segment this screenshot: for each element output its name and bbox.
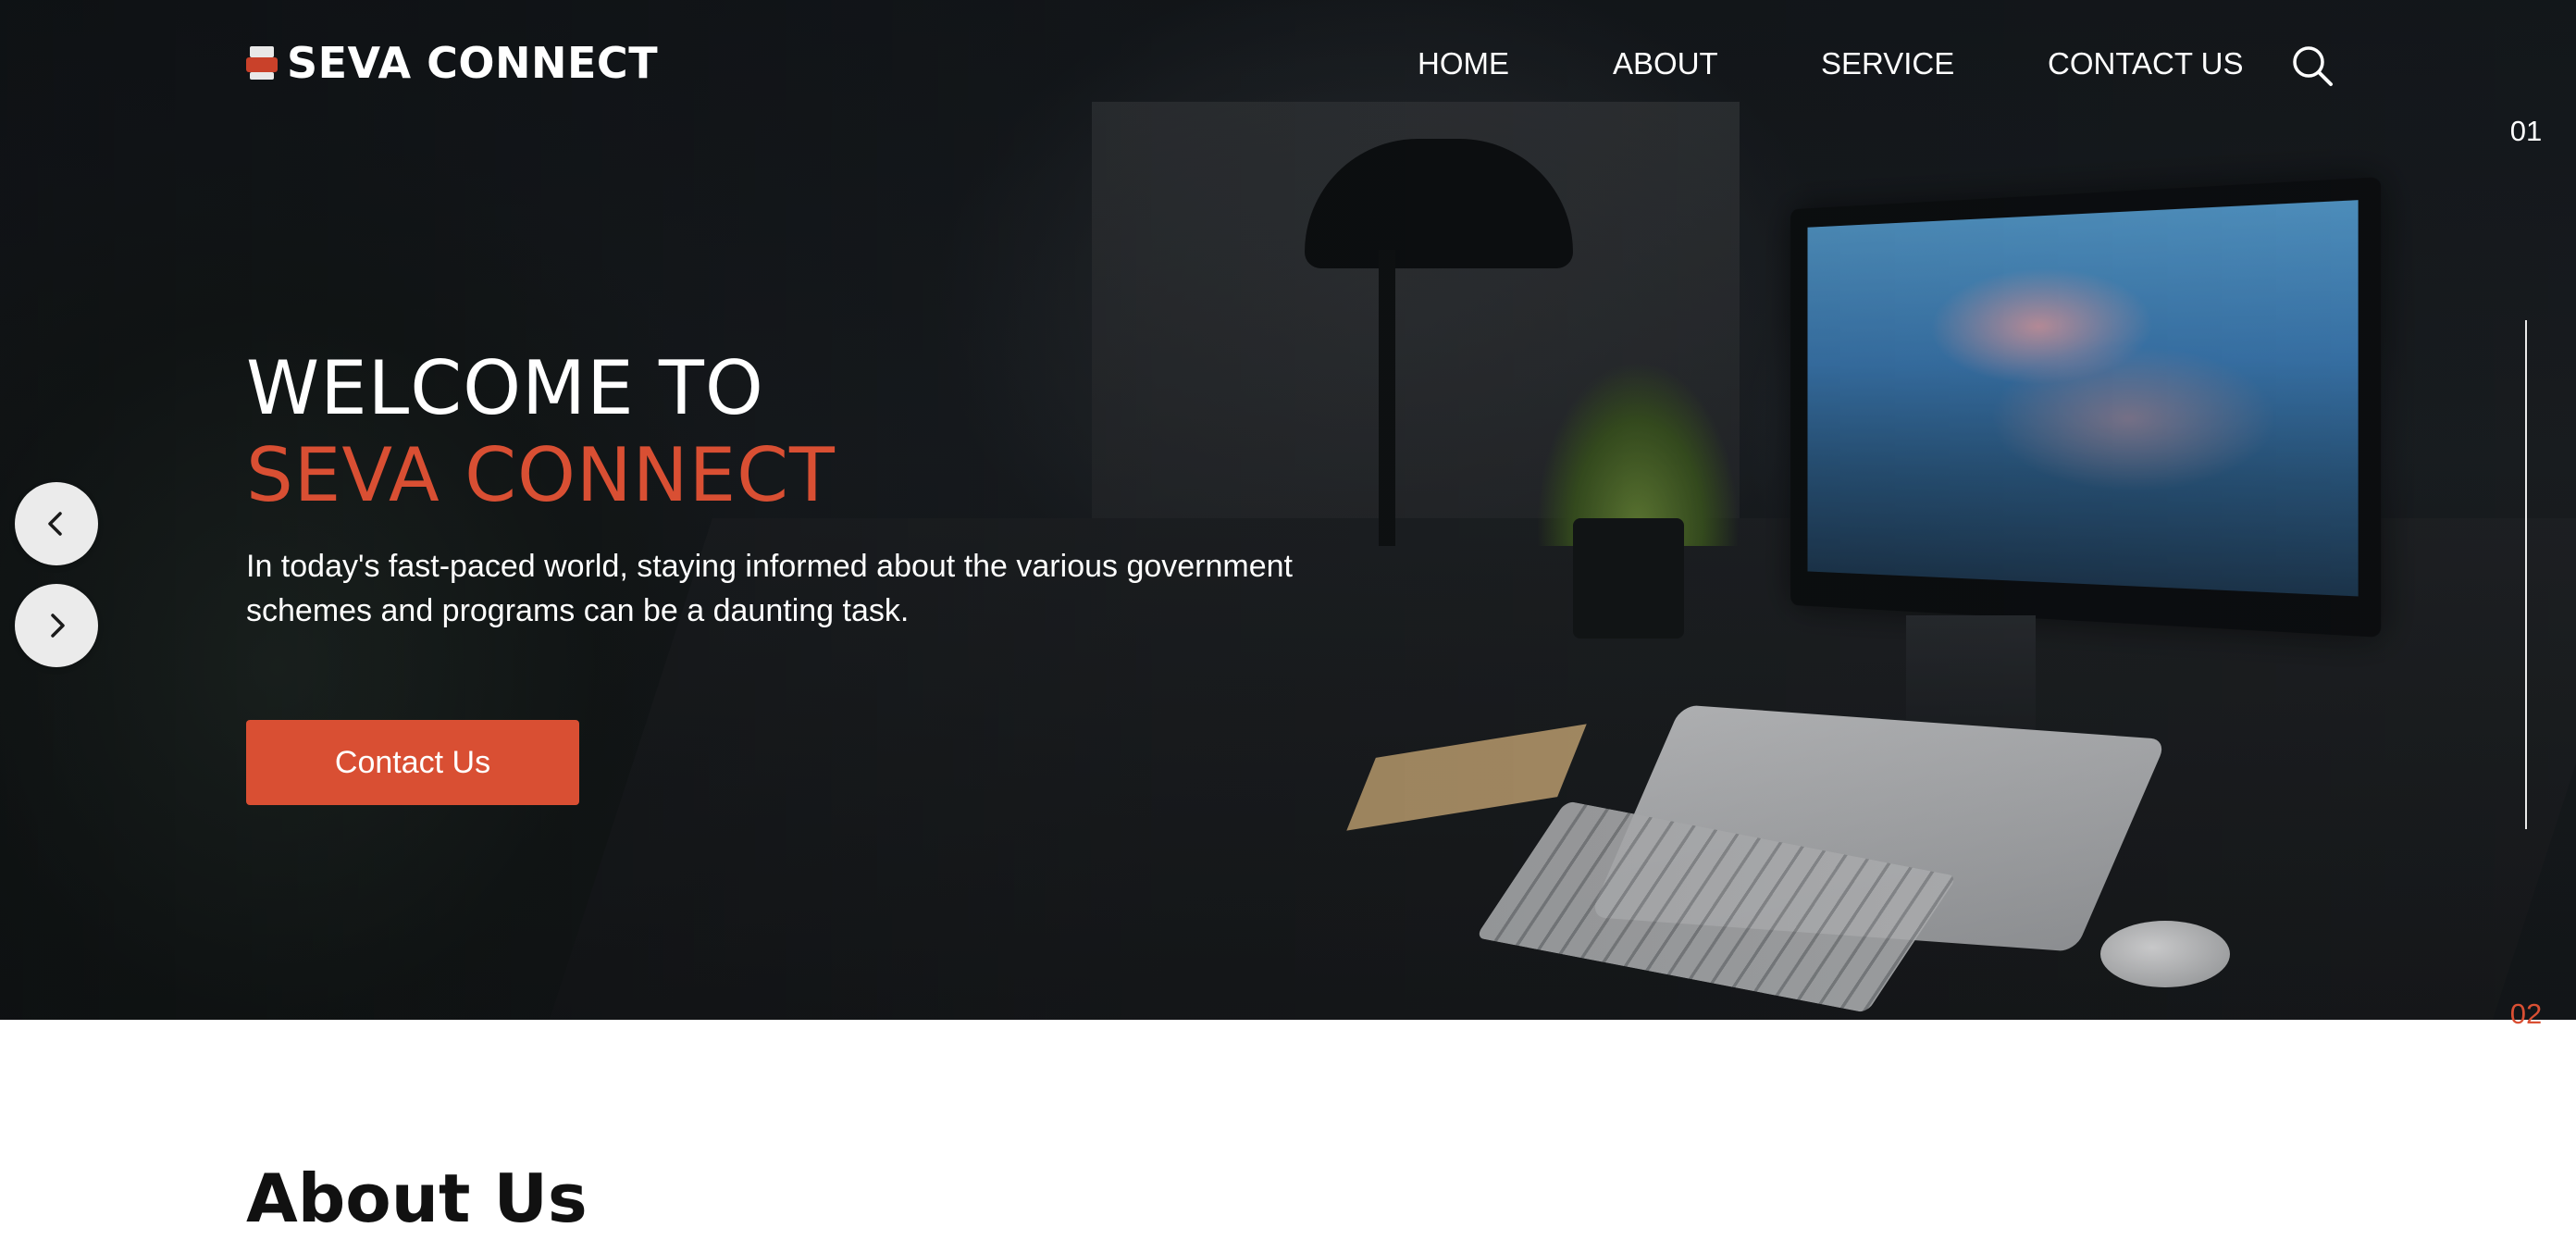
nav-home-link[interactable]: HOME <box>1418 46 1509 81</box>
slide-counter-current: 01 <box>2509 115 2543 147</box>
contact-us-button[interactable]: Contact Us <box>246 720 579 805</box>
nav-home[interactable]: HOME <box>1418 43 1509 85</box>
hero-section: SEVA CONNECT HOME ABOUT SERVICE CONTACT … <box>0 0 2576 1020</box>
logo-text: SEVA CONNECT <box>287 38 659 88</box>
about-section-title: About Us <box>246 1159 588 1237</box>
nav-about-link[interactable]: ABOUT <box>1613 46 1718 81</box>
slide-counter-next[interactable]: 02 <box>2498 998 2554 1031</box>
printer-icon <box>246 46 278 80</box>
search-icon[interactable] <box>2289 43 2335 89</box>
chevron-left-icon <box>48 512 62 536</box>
next-slide-button[interactable] <box>15 584 98 667</box>
site-logo[interactable]: SEVA CONNECT <box>246 35 658 91</box>
hero-title-accent: SEVA CONNECT <box>246 432 836 518</box>
nav-service-link[interactable]: SERVICE <box>1821 46 1954 81</box>
nav-contact-us-link[interactable]: CONTACT US <box>2048 46 2243 81</box>
nav-about[interactable]: ABOUT <box>1613 43 1718 85</box>
hero-title: WELCOME TO <box>246 345 764 431</box>
prev-slide-button[interactable] <box>15 482 98 565</box>
nav-service[interactable]: SERVICE <box>1821 43 1954 85</box>
nav-contact-us[interactable]: CONTACT US <box>2048 43 2243 85</box>
hero-description: In today's fast-paced world, staying inf… <box>246 549 1293 628</box>
chevron-right-icon <box>51 614 65 638</box>
slide-progress-line <box>2525 320 2527 829</box>
